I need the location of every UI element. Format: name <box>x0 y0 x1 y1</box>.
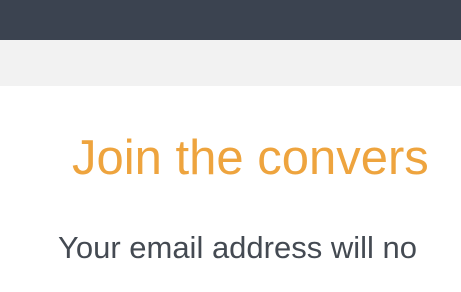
top-nav-bar <box>0 0 461 40</box>
comment-heading: Join the convers <box>72 131 429 185</box>
email-privacy-note: Your email address will no <box>58 230 417 265</box>
sub-header-strip <box>0 40 461 86</box>
comment-section: Join the convers Your email address will… <box>0 86 461 292</box>
